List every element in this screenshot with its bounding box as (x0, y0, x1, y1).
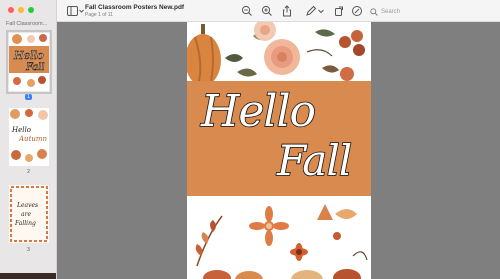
toolbar: Fall Classroom Posters New.pdf Page 1 of… (57, 0, 500, 22)
sidebar-toggle-icon[interactable] (67, 6, 84, 16)
markup-pen-icon[interactable] (305, 5, 317, 17)
page-number-1: 1 (25, 94, 32, 100)
page-thumbnail-3[interactable]: Leaves are Falling (9, 185, 49, 243)
page-number-2: 2 (27, 169, 30, 175)
minimize-window-button[interactable] (18, 7, 24, 13)
page-thumbnail-1[interactable]: Hello Fall (6, 30, 52, 94)
thumbnail-sidebar: Fall Classroom... Hello Fall 1 Hello Aut… (0, 0, 57, 279)
zoom-out-icon[interactable] (241, 5, 253, 17)
page-number-3: 3 (27, 247, 30, 253)
preview-window: Fall Classroom... Hello Fall 1 Hello Aut… (0, 0, 500, 279)
zoom-in-icon[interactable] (261, 5, 273, 17)
poster-title-hello: Hello (200, 85, 317, 138)
svg-text:Hello: Hello (13, 49, 44, 62)
sidebar-title: Fall Classroom... (6, 21, 48, 27)
document-viewport[interactable]: Hello Fall (57, 22, 500, 279)
annotate-icon[interactable] (351, 5, 363, 17)
svg-text:Hello: Hello (11, 126, 31, 134)
page-thumbnail-2[interactable]: Hello Autumn (9, 108, 49, 166)
pdf-page: Hello Fall (187, 22, 371, 279)
svg-text:Falling: Falling (14, 220, 36, 227)
page-indicator: Page 1 of 11 (85, 12, 113, 18)
share-icon[interactable] (281, 5, 293, 17)
svg-text:Leaves: Leaves (16, 202, 38, 209)
document-title: Fall Classroom Posters New.pdf (85, 4, 185, 11)
close-window-button[interactable] (8, 7, 14, 13)
floral-bottom-illustration (187, 196, 371, 279)
rotate-icon[interactable] (333, 5, 345, 17)
svg-text:Fall: Fall (25, 62, 45, 73)
zoom-window-button[interactable] (28, 7, 34, 13)
search-placeholder: Search (381, 8, 401, 15)
page-thumbnail-4-partial[interactable] (0, 273, 56, 279)
poster-title-fall: Fall (276, 135, 353, 186)
window-controls (8, 7, 34, 13)
search-field[interactable]: Search (370, 6, 400, 17)
search-icon (370, 7, 378, 16)
floral-top-illustration (187, 22, 371, 81)
svg-text:are: are (21, 211, 31, 218)
svg-text:Autumn: Autumn (18, 135, 48, 143)
chevron-down-icon[interactable] (317, 5, 325, 17)
